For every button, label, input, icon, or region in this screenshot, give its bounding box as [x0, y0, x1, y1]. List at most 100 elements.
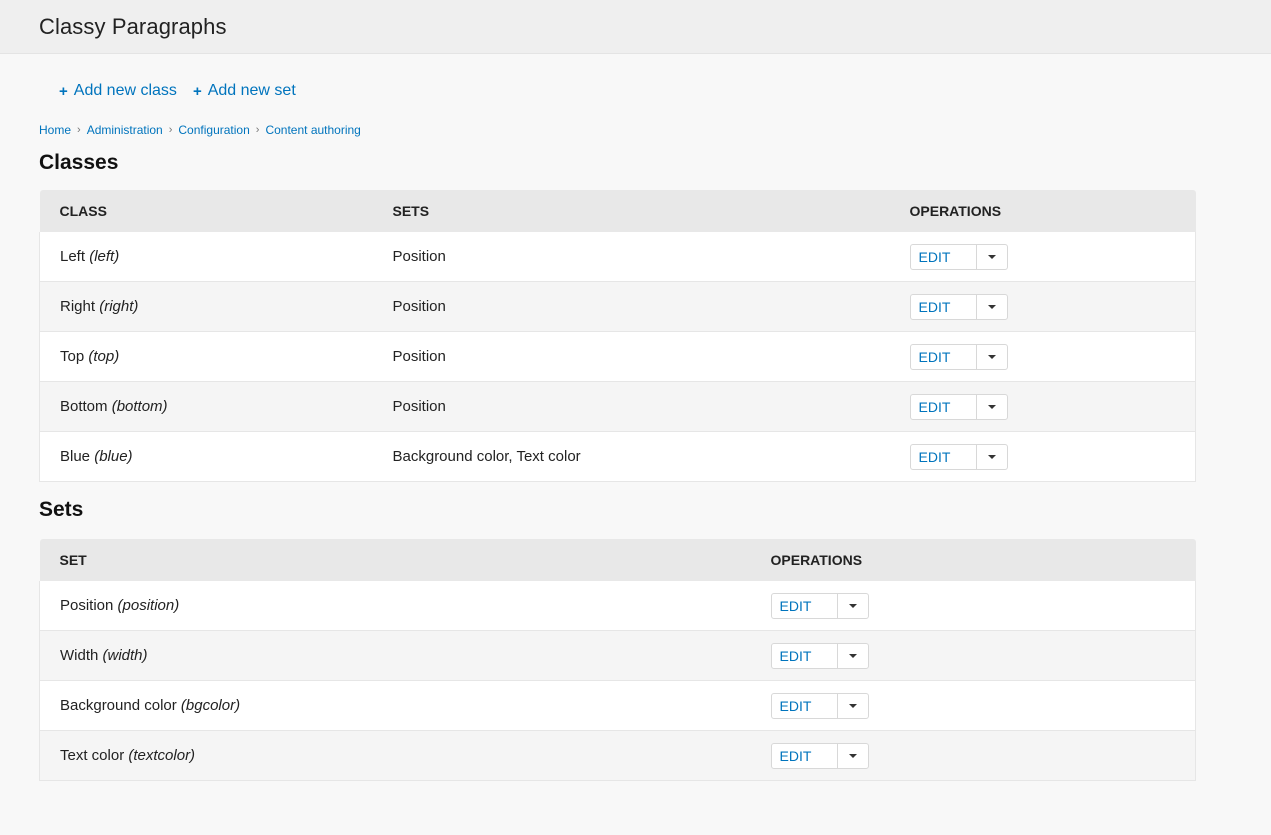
table-row: Background color (bgcolor) Edit: [39, 680, 1196, 731]
class-name-cell: Blue (blue): [39, 431, 373, 482]
dropbutton-toggle[interactable]: [838, 744, 868, 768]
operations-cell: Edit: [889, 381, 1196, 432]
column-header-sets: Sets: [372, 190, 890, 232]
page-title: Classy Paragraphs: [39, 13, 227, 39]
class-name: Left: [60, 248, 86, 265]
class-name: Right: [60, 298, 96, 315]
local-actions: + Add new class + Add new set: [39, 81, 1195, 101]
class-machine-name: (left): [89, 248, 120, 265]
edit-button[interactable]: Edit: [772, 743, 838, 768]
caret-down-icon: [987, 304, 996, 309]
chevron-right-icon: ›: [255, 124, 260, 136]
set-machine-name: (width): [102, 647, 148, 664]
operations-cell: Edit: [889, 431, 1196, 482]
add-new-set-link[interactable]: + Add new set: [193, 82, 296, 100]
set-name-cell: Width (width): [39, 630, 751, 681]
dropbutton-toggle[interactable]: [838, 644, 868, 668]
operations-dropbutton: Edit: [770, 592, 869, 619]
edit-button[interactable]: Edit: [772, 693, 838, 718]
caret-down-icon: [987, 254, 996, 259]
edit-button[interactable]: Edit: [911, 244, 977, 269]
operations-cell: Edit: [750, 680, 1196, 731]
table-row: Blue (blue) Background color, Text color…: [39, 431, 1196, 482]
class-sets-cell: Position: [372, 331, 890, 382]
dropbutton-toggle[interactable]: [977, 445, 1007, 469]
dropbutton-toggle[interactable]: [838, 594, 868, 618]
operations-cell: Edit: [750, 730, 1196, 781]
edit-button[interactable]: Edit: [911, 344, 977, 369]
caret-down-icon: [848, 753, 857, 758]
operations-dropbutton: Edit: [909, 443, 1008, 470]
operations-dropbutton: Edit: [770, 642, 869, 669]
set-name: Text color: [60, 747, 125, 764]
classes-table: Class Sets Operations Left (left) Positi…: [39, 190, 1196, 482]
classes-title: Classes: [39, 151, 119, 174]
operations-dropbutton: Edit: [770, 692, 869, 719]
table-row: Text color (textcolor) Edit: [39, 730, 1196, 781]
class-name-cell: Right (right): [39, 281, 373, 332]
caret-down-icon: [848, 653, 857, 658]
caret-down-icon: [987, 454, 996, 459]
breadcrumb-configuration[interactable]: Configuration: [178, 123, 249, 137]
dropbutton-toggle[interactable]: [977, 245, 1007, 269]
set-name: Width: [60, 647, 99, 664]
column-header-class: Class: [39, 190, 373, 232]
add-new-set-label: Add new set: [207, 82, 296, 99]
table-row: Right (right) Position Edit: [39, 281, 1196, 332]
column-header-operations: Operations: [750, 539, 1196, 581]
breadcrumb-home[interactable]: Home: [39, 123, 71, 137]
class-sets-cell: Position: [372, 232, 890, 282]
table-header-row: Class Sets Operations: [39, 190, 1196, 232]
breadcrumb-administration[interactable]: Administration: [87, 123, 163, 137]
table-row: Bottom (bottom) Position Edit: [39, 381, 1196, 432]
add-new-class-link[interactable]: + Add new class: [59, 82, 177, 100]
breadcrumb: Home › Administration › Configuration › …: [39, 122, 1195, 138]
class-name: Top: [60, 348, 85, 365]
operations-dropbutton: Edit: [770, 742, 869, 769]
edit-button[interactable]: Edit: [911, 394, 977, 419]
dropbutton-toggle[interactable]: [977, 345, 1007, 369]
sets-table: Set Operations Position (position) Edit …: [39, 539, 1196, 781]
breadcrumb-content-authoring[interactable]: Content authoring: [265, 123, 360, 137]
class-name-cell: Bottom (bottom): [39, 381, 373, 432]
plus-icon: +: [192, 82, 202, 100]
set-machine-name: (position): [117, 597, 180, 614]
set-machine-name: (bgcolor): [180, 697, 241, 714]
dropbutton-toggle[interactable]: [977, 395, 1007, 419]
add-new-class-label: Add new class: [73, 82, 177, 99]
operations-dropbutton: Edit: [909, 393, 1008, 420]
set-name-cell: Position (position): [39, 581, 751, 631]
caret-down-icon: [848, 703, 857, 708]
class-machine-name: (right): [99, 298, 139, 315]
class-machine-name: (bottom): [111, 398, 168, 415]
column-header-set: Set: [39, 539, 751, 581]
class-name: Bottom: [60, 398, 108, 415]
class-name-cell: Left (left): [39, 232, 373, 282]
operations-cell: Edit: [889, 232, 1196, 282]
caret-down-icon: [848, 603, 857, 608]
operations-dropbutton: Edit: [909, 293, 1008, 320]
set-name-cell: Text color (textcolor): [39, 730, 751, 781]
class-sets-cell: Position: [372, 281, 890, 332]
table-header-row: Set Operations: [39, 539, 1196, 581]
plus-icon: +: [59, 82, 68, 100]
chevron-right-icon: ›: [168, 124, 173, 136]
sets-title: Sets: [39, 498, 84, 521]
operations-cell: Edit: [889, 331, 1196, 382]
dropbutton-toggle[interactable]: [977, 295, 1007, 319]
edit-button[interactable]: Edit: [772, 643, 838, 668]
edit-button[interactable]: Edit: [911, 294, 977, 319]
operations-cell: Edit: [889, 281, 1196, 332]
table-row: Top (top) Position Edit: [39, 331, 1196, 382]
column-header-operations: Operations: [889, 190, 1196, 232]
edit-button[interactable]: Edit: [911, 444, 977, 469]
dropbutton-toggle[interactable]: [838, 694, 868, 718]
class-machine-name: (top): [88, 348, 120, 365]
caret-down-icon: [987, 354, 996, 359]
set-name: Background color: [60, 697, 177, 714]
operations-cell: Edit: [750, 581, 1196, 631]
set-name-cell: Background color (bgcolor): [39, 680, 751, 731]
operations-dropbutton: Edit: [909, 343, 1008, 370]
edit-button[interactable]: Edit: [772, 593, 838, 618]
set-name: Position: [60, 597, 114, 614]
